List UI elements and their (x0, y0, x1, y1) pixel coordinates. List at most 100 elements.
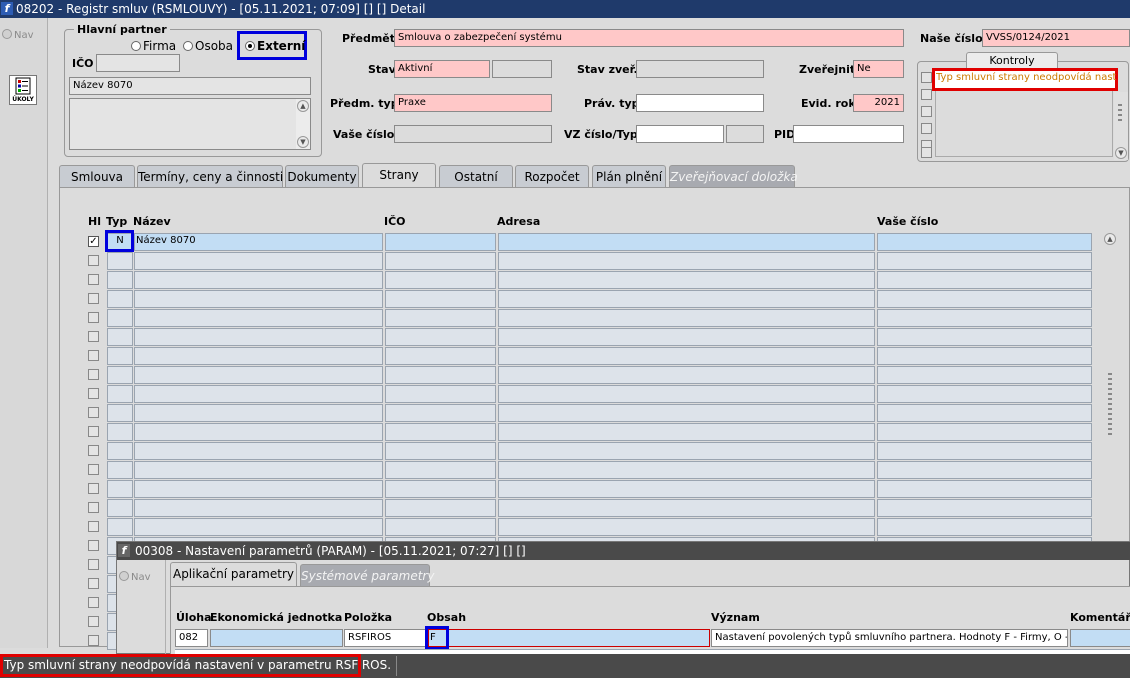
grid-cell[interactable] (134, 328, 383, 346)
nase-cislo-field[interactable]: VVSS/0124/2021 (982, 29, 1130, 47)
grid-cell[interactable] (877, 404, 1092, 422)
grid-cell[interactable] (107, 328, 133, 346)
kontroly-scrollbar[interactable]: ▼ (1114, 92, 1128, 160)
param-uloha-field[interactable]: 082 (175, 629, 208, 647)
row-hl-checkbox[interactable] (88, 483, 99, 494)
grid-cell[interactable] (877, 347, 1092, 365)
scroll-grip-icon[interactable] (1118, 104, 1122, 124)
zverejnit-field[interactable]: Ne (853, 60, 904, 78)
grid-cell[interactable] (107, 385, 133, 403)
prav-typ-field[interactable] (636, 94, 764, 112)
row-hl-checkbox[interactable] (88, 255, 99, 266)
grid-cell[interactable] (385, 271, 496, 289)
row-hl-checkbox[interactable] (88, 578, 99, 589)
grid-cell[interactable] (134, 385, 383, 403)
tab-smlouva[interactable]: Smlouva (59, 165, 135, 187)
grid-cell[interactable] (134, 442, 383, 460)
partner-option-externi[interactable]: Externí (245, 39, 305, 53)
grid-cell[interactable] (134, 271, 383, 289)
row-hl-checkbox[interactable] (88, 502, 99, 513)
row-hl-checkbox[interactable] (88, 274, 99, 285)
grid-cell[interactable] (107, 347, 133, 365)
grid-cell[interactable] (385, 290, 496, 308)
grid-cell[interactable] (385, 518, 496, 536)
grid-cell[interactable] (385, 480, 496, 498)
row-hl-checkbox[interactable] (88, 293, 99, 304)
grid-cell[interactable] (498, 347, 875, 365)
grid-cell[interactable] (107, 499, 133, 517)
partner-name-field[interactable]: Název 8070 (69, 77, 311, 95)
grid-cell[interactable] (107, 461, 133, 479)
pid-field[interactable] (793, 125, 904, 143)
grid-cell[interactable] (107, 423, 133, 441)
grid-cell[interactable] (385, 252, 496, 270)
row-hl-checkbox[interactable] (88, 350, 99, 361)
grid-cell[interactable] (498, 442, 875, 460)
row-hl-checkbox[interactable] (88, 331, 99, 342)
grid-cell[interactable] (385, 499, 496, 517)
grid-cell[interactable] (498, 252, 875, 270)
grid-cell[interactable] (498, 290, 875, 308)
grid-cell[interactable] (877, 366, 1092, 384)
partner-address-area[interactable] (69, 98, 311, 150)
param-obsah-value[interactable]: F (430, 630, 436, 646)
grid-cell[interactable] (134, 347, 383, 365)
grid-cell[interactable] (134, 366, 383, 384)
tab-rozpocet[interactable]: Rozpočet (515, 165, 589, 187)
grid-cell[interactable] (107, 309, 133, 327)
ico-field[interactable] (96, 54, 180, 72)
grid-cell[interactable] (498, 385, 875, 403)
grid-cell[interactable] (134, 290, 383, 308)
row-hl-checkbox[interactable] (88, 445, 99, 456)
tab-dokumenty[interactable]: Dokumenty (285, 165, 359, 187)
grid-cell[interactable] (877, 290, 1092, 308)
grid-cell[interactable] (385, 461, 496, 479)
param-vyznam-field[interactable]: Nastavení povolených typů smluvního part… (711, 629, 1068, 647)
scroll-up-icon[interactable]: ▲ (297, 100, 309, 112)
nazev-value[interactable]: Název 8070 (136, 233, 196, 249)
stav-extra-field[interactable] (492, 60, 552, 78)
grid-cell[interactable] (498, 271, 875, 289)
grid-cell[interactable] (498, 233, 875, 251)
grid-cell[interactable] (877, 499, 1092, 517)
grid-cell[interactable] (134, 423, 383, 441)
predm-typ-field[interactable]: Praxe (394, 94, 552, 112)
grid-cell[interactable] (134, 518, 383, 536)
row-hl-checkbox[interactable] (88, 426, 99, 437)
grid-cell[interactable] (134, 480, 383, 498)
row-hl-checkbox[interactable] (88, 369, 99, 380)
grid-cell[interactable] (877, 328, 1092, 346)
grid-scrollbar[interactable]: ▲ (1103, 233, 1117, 471)
grid-cell[interactable] (134, 252, 383, 270)
grid-cell[interactable] (877, 252, 1092, 270)
evid-rok-field[interactable]: 2021 (853, 94, 904, 112)
row-hl-checkbox[interactable] (88, 464, 99, 475)
row-hl-checkbox[interactable] (88, 312, 99, 323)
grid-cell[interactable] (107, 442, 133, 460)
grid-cell[interactable] (134, 461, 383, 479)
grid-cell[interactable] (498, 480, 875, 498)
scroll-down-icon[interactable]: ▼ (1115, 147, 1127, 159)
grid-cell[interactable] (498, 366, 875, 384)
kontroly-tab[interactable]: Kontroly (966, 52, 1058, 69)
grid-cell[interactable] (107, 271, 133, 289)
tasks-button[interactable]: ÚKOLY (9, 75, 37, 105)
grid-cell[interactable] (877, 385, 1092, 403)
param-komentar-field[interactable] (1070, 629, 1130, 647)
grid-cell[interactable] (385, 423, 496, 441)
tab-aplikacni-parametry[interactable]: Aplikační parametry (170, 562, 297, 587)
grid-cell[interactable] (385, 442, 496, 460)
tab-strany[interactable]: Strany (362, 163, 436, 188)
grid-cell[interactable] (877, 423, 1092, 441)
grid-cell[interactable] (107, 518, 133, 536)
grid-cell[interactable] (498, 404, 875, 422)
grid-cell[interactable] (134, 309, 383, 327)
grid-cell[interactable] (498, 499, 875, 517)
grid-cell[interactable] (385, 366, 496, 384)
grid-cell[interactable] (134, 499, 383, 517)
row-hl-checkbox[interactable]: ✓ (88, 236, 99, 247)
grid-cell[interactable] (877, 309, 1092, 327)
grid-cell[interactable] (877, 461, 1092, 479)
scroll-up-icon[interactable]: ▲ (1104, 233, 1116, 245)
row-hl-checkbox[interactable] (88, 407, 99, 418)
